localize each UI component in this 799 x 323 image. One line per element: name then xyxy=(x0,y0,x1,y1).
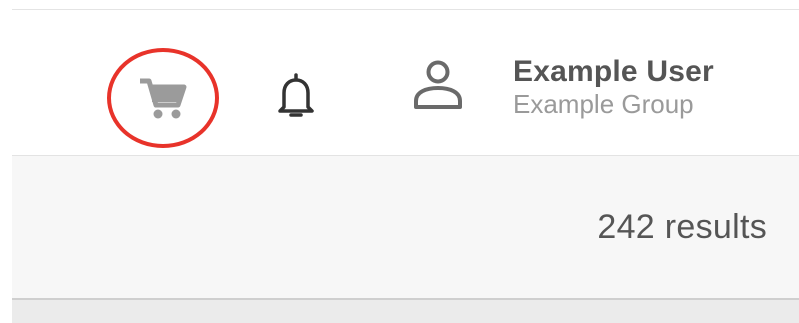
notifications-button[interactable] xyxy=(274,70,318,126)
user-menu[interactable]: Example User Example Group xyxy=(409,52,714,122)
bell-icon xyxy=(276,71,316,126)
user-info: Example User Example Group xyxy=(513,55,714,119)
results-bar: 242 results xyxy=(12,156,799,300)
results-count: 242 results xyxy=(597,208,767,246)
user-group: Example Group xyxy=(513,89,694,119)
person-icon xyxy=(410,57,466,118)
top-header: Example User Example Group xyxy=(12,10,799,156)
app-screen: Example User Example Group 242 results xyxy=(0,0,799,323)
shopping-cart-icon xyxy=(138,75,188,121)
content-area xyxy=(12,300,799,323)
user-name: Example User xyxy=(513,55,714,88)
avatar xyxy=(409,58,467,116)
cart-button[interactable] xyxy=(107,48,219,148)
